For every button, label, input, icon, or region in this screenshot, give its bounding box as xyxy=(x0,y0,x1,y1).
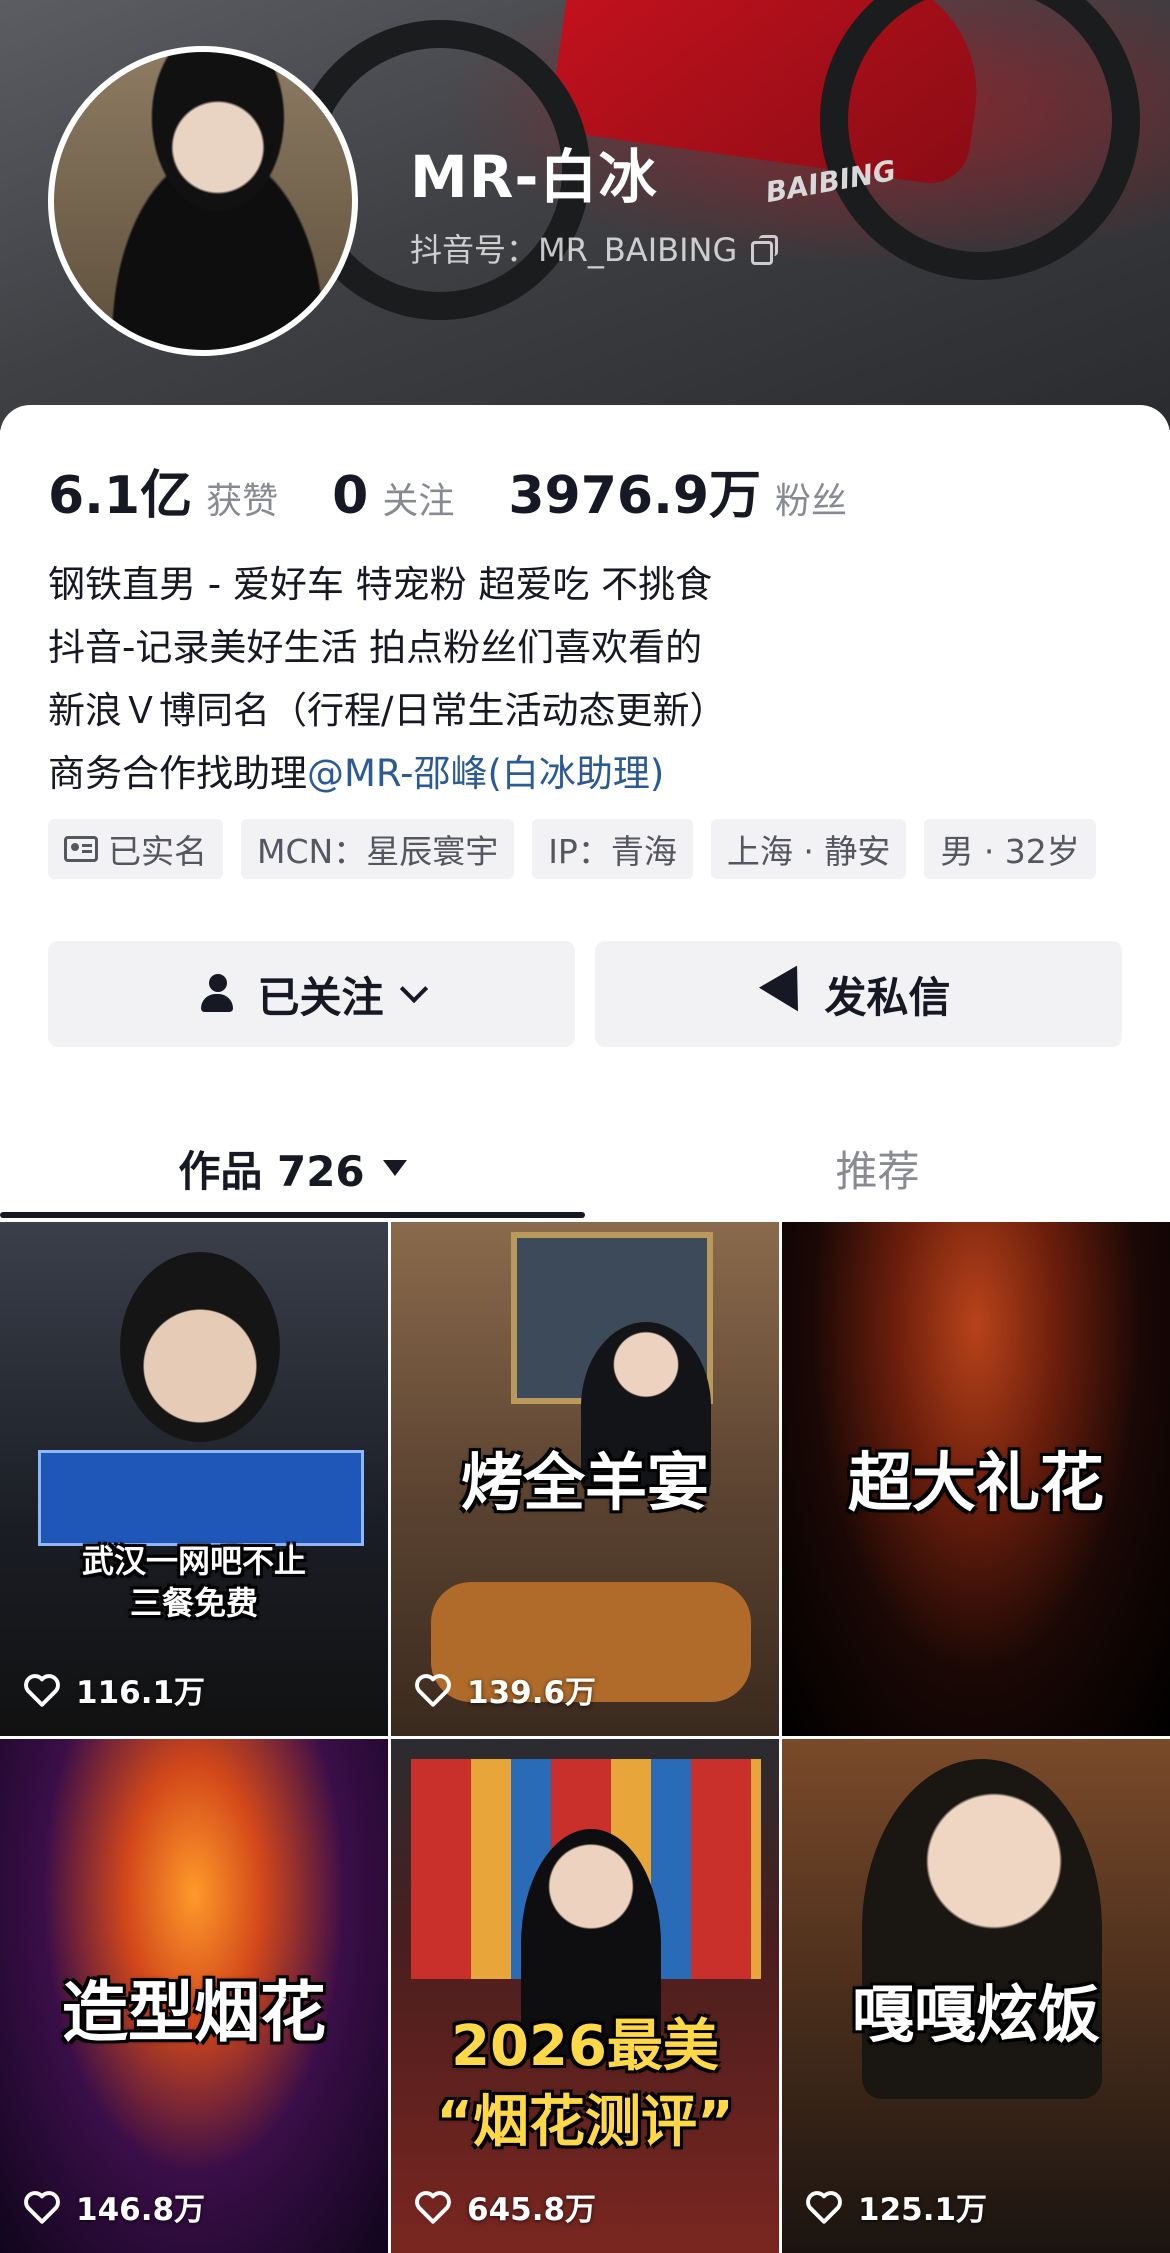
video-tile[interactable]: 武汉一网吧不止 三餐免费 116.1万 xyxy=(0,1222,388,1736)
bio-business-text: 商务合作找助理 xyxy=(48,752,307,795)
video-tile[interactable]: 烤全羊宴 139.6万 xyxy=(391,1222,779,1736)
video-title: 超大礼花 xyxy=(848,1447,1104,1521)
video-tile[interactable]: 超大礼花 xyxy=(782,1222,1170,1736)
video-likes-count: 645.8万 xyxy=(467,2192,597,2228)
profile-info-card: 6.1亿 获赞 0 关注 3976.9万 粉丝 钢铁直男 - 爱好车 特宠粉 超… xyxy=(0,405,1170,1225)
profile-header-background: BAIBING MR-白冰 抖音号：MR_BAIBING xyxy=(0,0,1170,430)
active-tab-indicator xyxy=(0,1212,585,1218)
stat-likes[interactable]: 6.1亿 获赞 xyxy=(48,453,278,528)
bio-line: 新浪Ｖ博同名（行程/日常生活动态更新） xyxy=(48,689,727,732)
avatar[interactable] xyxy=(48,46,358,356)
stat-following-label: 关注 xyxy=(382,481,455,522)
tag-location[interactable]: 上海 · 静安 xyxy=(710,819,907,879)
video-tile[interactable]: 2026最美 “烟花测评” 645.8万 xyxy=(391,1739,779,2253)
stat-likes-value: 6.1亿 xyxy=(48,466,193,526)
stat-followers-label: 粉丝 xyxy=(775,481,848,522)
followed-button-label: 已关注 xyxy=(257,972,384,1022)
content-tabs: 作品 726 推荐 xyxy=(0,1120,1170,1220)
video-likes-count: 139.6万 xyxy=(467,1675,597,1711)
heart-icon xyxy=(415,2190,451,2224)
video-tile[interactable]: 嘎嘎炫饭 125.1万 xyxy=(782,1739,1170,2253)
douyin-id-text: 抖音号：MR_BAIBING xyxy=(410,231,738,269)
video-title: 烤全羊宴 xyxy=(460,1446,709,1519)
bio: 钢铁直男 - 爱好车 特宠粉 超爱吃 不挑食 抖音-记录美好生活 拍点粉丝们喜欢… xyxy=(48,553,726,805)
video-likes: 125.1万 xyxy=(804,2184,987,2229)
video-likes-count: 125.1万 xyxy=(858,2192,988,2228)
profile-name: MR-白冰 xyxy=(410,143,658,211)
video-thumbnail-person xyxy=(120,1252,280,1442)
message-button-label: 发私信 xyxy=(824,972,951,1022)
heart-icon xyxy=(415,1673,451,1707)
stat-followers[interactable]: 3976.9万 粉丝 xyxy=(508,453,847,528)
video-title: 武汉一网吧不止 三餐免费 xyxy=(81,1542,306,1622)
chevron-down-icon xyxy=(399,974,428,1004)
message-button[interactable]: 发私信 xyxy=(595,941,1122,1047)
tag-ip: IP：青海 xyxy=(532,819,693,879)
tag-mcn[interactable]: MCN：星辰寰宇 xyxy=(241,819,515,879)
bio-line: 商务合作找助理@MR-邵峰(白冰助理) xyxy=(48,742,726,805)
send-icon xyxy=(759,965,818,1023)
tag-verified[interactable]: 已实名 xyxy=(48,819,223,879)
video-likes: 146.8万 xyxy=(22,2184,205,2229)
assistant-mention-link[interactable]: @MR-邵峰(白冰助理) xyxy=(307,752,664,795)
video-tile[interactable]: 造型烟花 146.8万 xyxy=(0,1739,388,2253)
bio-line: 抖音-记录美好生活 拍点粉丝们喜欢看的 xyxy=(48,626,703,669)
tab-works[interactable]: 作品 726 xyxy=(0,1120,585,1216)
motorcycle-front-wheel xyxy=(820,0,1140,280)
stats-row: 6.1亿 获赞 0 关注 3976.9万 粉丝 xyxy=(48,453,901,528)
video-likes-count: 116.1万 xyxy=(76,1675,206,1711)
video-likes: 139.6万 xyxy=(413,1667,596,1712)
video-title: 嘎嘎炫饭 xyxy=(851,1978,1100,2051)
tab-works-label: 作品 726 xyxy=(178,1146,365,1196)
heart-icon xyxy=(24,2190,60,2224)
video-title: 造型烟花 xyxy=(62,1974,326,2051)
news-banner xyxy=(38,1450,364,1546)
tab-recommended[interactable]: 推荐 xyxy=(585,1120,1170,1216)
heart-icon xyxy=(24,1673,60,1707)
video-title: 2026最美 “烟花测评” xyxy=(436,2014,734,2155)
id-card-icon xyxy=(64,836,98,862)
stat-followers-value: 3976.9万 xyxy=(508,466,762,526)
video-likes-count: 146.8万 xyxy=(76,2192,206,2228)
person-check-icon xyxy=(199,972,243,1016)
followed-button[interactable]: 已关注 xyxy=(48,941,575,1047)
video-likes: 116.1万 xyxy=(22,1667,205,1712)
heart-icon xyxy=(806,2190,842,2224)
action-buttons: 已关注 发私信 xyxy=(48,941,1122,1047)
bio-line: 钢铁直男 - 爱好车 特宠粉 超爱吃 不挑食 xyxy=(48,563,713,606)
tag-gender-age: 男 · 32岁 xyxy=(924,819,1096,879)
caret-down-icon[interactable] xyxy=(382,1160,407,1176)
stat-following-value: 0 xyxy=(332,466,369,526)
video-likes: 645.8万 xyxy=(413,2184,596,2229)
copy-icon[interactable] xyxy=(751,235,779,265)
stat-following[interactable]: 0 关注 xyxy=(332,466,454,526)
profile-tags: 已实名 MCN：星辰寰宇 IP：青海 上海 · 静安 男 · 32岁 xyxy=(48,819,1096,879)
tag-verified-label: 已实名 xyxy=(108,832,207,871)
douyin-id-row[interactable]: 抖音号：MR_BAIBING xyxy=(410,225,779,271)
stat-likes-label: 获赞 xyxy=(206,481,279,522)
